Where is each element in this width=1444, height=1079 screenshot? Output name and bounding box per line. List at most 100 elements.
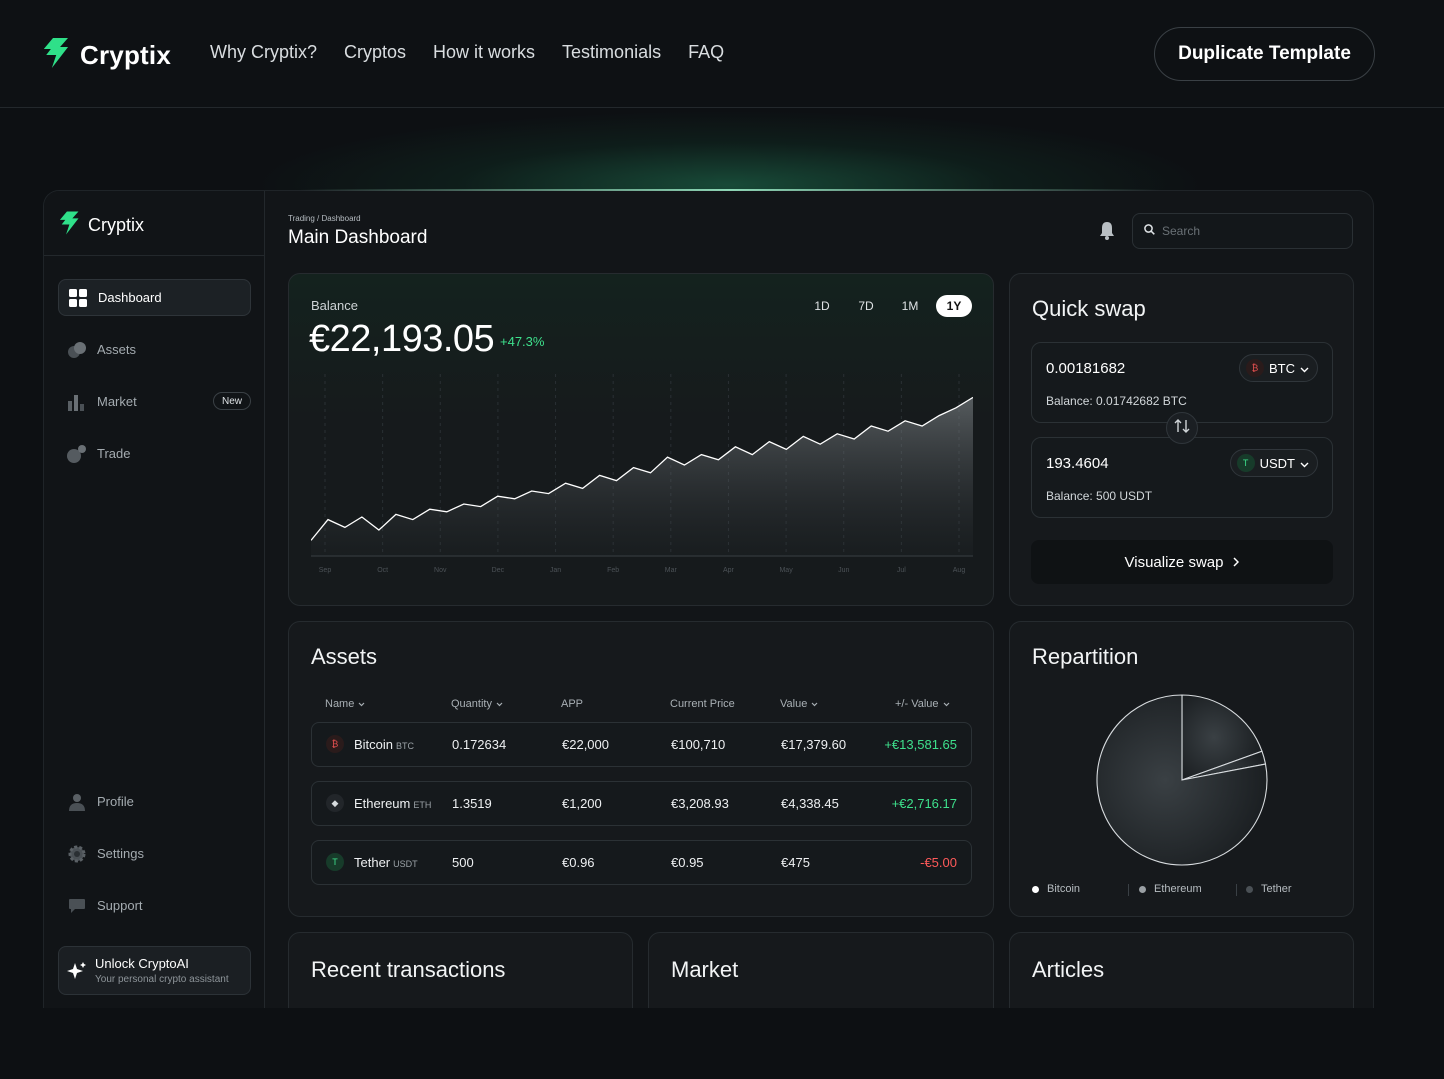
- sidebar-item-trade[interactable]: Trade: [58, 435, 251, 472]
- swap-to-balance: Balance: 500 USDT: [1046, 489, 1153, 503]
- chevron-down-icon: [1300, 361, 1309, 376]
- search-box: [1132, 213, 1353, 249]
- asset-value: €17,379.60: [781, 737, 847, 752]
- bitcoin-icon: ₿: [1246, 359, 1264, 377]
- column-delta-value[interactable]: +/- Value: [895, 698, 950, 710]
- bell-icon[interactable]: [1099, 221, 1115, 245]
- table-row[interactable]: T Tether USDT 500 €0.96 €0.95 €475 -€5.00: [311, 840, 972, 885]
- swap-direction-button[interactable]: [1166, 412, 1198, 444]
- quick-swap-title: Quick swap: [1032, 296, 1146, 321]
- chart-x-tick-label: Feb: [607, 567, 619, 574]
- chevron-right-icon: [1233, 554, 1240, 571]
- repartition-card: Repartition Bitcoin Ethereum Tether: [1009, 621, 1354, 917]
- period-1m[interactable]: 1M: [892, 295, 928, 317]
- sparkle-icon: [67, 961, 87, 981]
- sidebar-item-label: Dashboard: [98, 290, 162, 305]
- sidebar-item-settings[interactable]: Settings: [58, 835, 251, 872]
- bolt-logo-icon: [59, 211, 80, 240]
- asset-name-cell: ₿ Bitcoin BTC: [326, 735, 414, 753]
- chart-x-tick-label: Jun: [838, 567, 849, 574]
- asset-price: €0.95: [671, 855, 704, 870]
- asset-app: €22,000: [562, 737, 609, 752]
- nav-link-why-cryptix[interactable]: Why Cryptix?: [210, 42, 317, 63]
- swap-arrows-icon: [1174, 418, 1190, 438]
- swap-from-token: BTC: [1269, 360, 1295, 376]
- column-name[interactable]: Name: [325, 698, 365, 710]
- legend-dot: [1246, 885, 1253, 893]
- legend-dot: [1139, 885, 1146, 893]
- grid-icon: [68, 288, 88, 308]
- unlock-cryptoai-button[interactable]: Unlock CryptoAI Your personal crypto ass…: [58, 946, 251, 995]
- new-badge: New: [212, 392, 251, 410]
- sidebar-item-assets[interactable]: Assets: [58, 331, 251, 368]
- visualize-swap-button[interactable]: Visualize swap: [1031, 540, 1333, 584]
- sidebar-item-market[interactable]: Market New: [58, 383, 251, 420]
- search-input[interactable]: [1162, 224, 1332, 238]
- site-brand[interactable]: Cryptix: [43, 38, 171, 73]
- sidebar-item-label: Support: [97, 898, 143, 913]
- legend-item-ethereum: Ethereum: [1139, 883, 1202, 895]
- bolt-logo-icon: [43, 38, 70, 73]
- column-value[interactable]: Value: [780, 698, 818, 710]
- balance-area-chart: Sep Oct Nov Dec Jan Feb Mar Apr May Jun Jul Aug: [311, 374, 973, 574]
- sidebar-item-label: Assets: [97, 342, 137, 357]
- nav-link-faq[interactable]: FAQ: [688, 42, 724, 63]
- balance-value: €22,193.05: [309, 318, 495, 360]
- chevron-down-icon: [496, 698, 503, 710]
- period-1y[interactable]: 1Y: [936, 295, 972, 317]
- market-card: Market: [648, 932, 994, 1008]
- period-7d[interactable]: 7D: [848, 295, 884, 317]
- asset-symbol: ETH: [413, 799, 432, 810]
- period-1d[interactable]: 1D: [804, 295, 840, 317]
- assets-table-header: Name Quantity APP Current Price Value +/…: [325, 698, 965, 714]
- breadcrumb[interactable]: Trading / Dashboard: [288, 214, 361, 223]
- swap-to-amount[interactable]: 193.4604: [1046, 455, 1109, 472]
- swap-to-box: 193.4604 T USDT Balance: 500 USDT: [1031, 437, 1333, 518]
- nav-link-testimonials[interactable]: Testimonials: [562, 42, 661, 63]
- unlock-title: Unlock CryptoAI: [95, 956, 189, 971]
- ethereum-icon: ◆: [326, 794, 344, 812]
- articles-title: Articles: [1032, 957, 1105, 982]
- assets-title: Assets: [311, 644, 378, 669]
- sidebar-item-profile[interactable]: Profile: [58, 783, 251, 820]
- balance-change: +47.3%: [500, 334, 545, 349]
- chevron-down-icon: [1300, 456, 1309, 471]
- visualize-swap-label: Visualize swap: [1124, 553, 1224, 571]
- sidebar-divider: [44, 255, 265, 256]
- asset-price: €100,710: [671, 737, 726, 752]
- tether-icon: T: [326, 853, 344, 871]
- sidebar-item-label: Settings: [97, 846, 144, 861]
- bitcoin-icon: ₿: [326, 735, 344, 753]
- bar-chart-icon: [67, 392, 87, 412]
- legend-dot: [1032, 885, 1039, 893]
- asset-delta: -€5.00: [920, 855, 957, 870]
- sidebar-item-dashboard[interactable]: Dashboard: [58, 279, 251, 316]
- legend-divider: [1236, 884, 1237, 896]
- nav-link-how-it-works[interactable]: How it works: [433, 42, 535, 63]
- sidebar-brand[interactable]: Cryptix: [59, 211, 144, 240]
- swap-to-token-select[interactable]: T USDT: [1229, 449, 1318, 477]
- asset-quantity: 500: [452, 855, 474, 870]
- recent-transactions-card: Recent transactions: [288, 932, 633, 1008]
- column-quantity[interactable]: Quantity: [451, 698, 503, 710]
- assets-card: Assets Name Quantity APP Current Price V…: [288, 621, 994, 917]
- asset-name: Bitcoin: [354, 736, 394, 752]
- nav-link-cryptos[interactable]: Cryptos: [344, 42, 406, 63]
- chart-x-tick-label: Sep: [319, 567, 332, 574]
- asset-name: Ethereum: [354, 795, 411, 811]
- sidebar-item-support[interactable]: Support: [58, 887, 251, 924]
- table-row[interactable]: ◆ Ethereum ETH 1.3519 €1,200 €3,208.93 €4…: [311, 781, 972, 826]
- unlock-text: Unlock CryptoAI Your personal crypto ass…: [95, 956, 229, 985]
- asset-name: Tether: [354, 854, 391, 870]
- swap-from-token-select[interactable]: ₿ BTC: [1239, 354, 1318, 382]
- swap-from-balance: Balance: 0.01742682 BTC: [1046, 394, 1187, 408]
- chevron-down-icon: [358, 698, 365, 710]
- swap-from-amount[interactable]: 0.00181682: [1046, 360, 1125, 377]
- duplicate-template-button[interactable]: Duplicate Template: [1154, 27, 1375, 81]
- column-app: APP: [561, 698, 584, 710]
- chevron-down-icon: [943, 698, 950, 710]
- asset-app: €1,200: [562, 796, 602, 811]
- unlock-subtitle: Your personal crypto assistant: [95, 974, 229, 985]
- table-row[interactable]: ₿ Bitcoin BTC 0.172634 €22,000 €100,710 €…: [311, 722, 972, 767]
- tether-icon: T: [1236, 454, 1255, 472]
